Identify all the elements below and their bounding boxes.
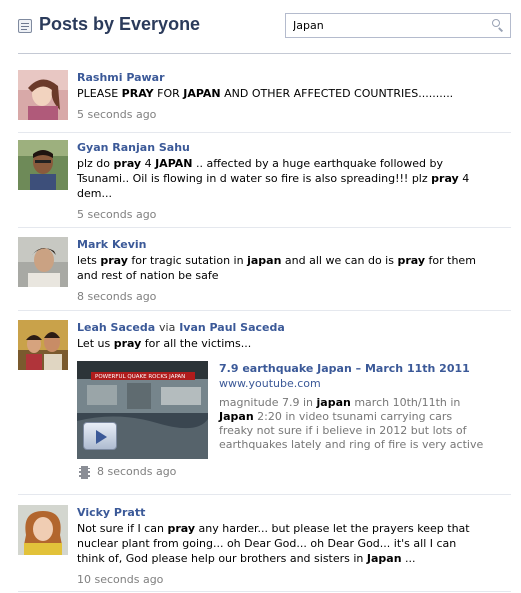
post-divider: [18, 494, 511, 495]
keyword-highlight: japan: [247, 254, 282, 267]
text-span: and all we can do is: [281, 254, 398, 267]
text-span: AND OTHER AFFECTED COUNTRIES..........: [220, 87, 454, 100]
text-span: magnitude 7.9 in: [219, 396, 317, 409]
keyword-highlight: PRAY: [121, 87, 154, 100]
page-title: Posts by Everyone: [39, 14, 201, 34]
post-item: Gyan Ranjan Sahu plz do pray 4 JAPAN .. …: [18, 140, 511, 222]
post-message: Not sure if I can pray any harder... but…: [77, 521, 487, 566]
avatar[interactable]: [18, 505, 68, 555]
keyword-highlight: pray: [431, 172, 459, 185]
post-divider: [18, 132, 511, 133]
keyword-highlight: Japan: [366, 552, 402, 565]
video-attachment: POWERFUL QUAKE ROCKS JAPAN 7.9 earthquak…: [77, 361, 487, 461]
keyword-highlight: pray: [167, 522, 196, 535]
post-message: lets pray for tragic sutation in japan a…: [77, 253, 487, 283]
author-name[interactable]: Leah Saceda: [77, 321, 155, 334]
post-divider: [18, 227, 511, 228]
avatar[interactable]: [18, 237, 68, 287]
play-icon[interactable]: [83, 422, 117, 450]
thumb-caption: POWERFUL QUAKE ROCKS JAPAN: [95, 374, 185, 380]
text-span: 7.9 earthquake: [219, 362, 318, 375]
post-item: Rashmi Pawar PLEASE PRAY FOR JAPAN AND O…: [18, 70, 511, 130]
avatar[interactable]: [18, 140, 68, 190]
keyword-highlight: pray: [100, 254, 128, 267]
post-divider: [18, 310, 511, 311]
text-span: plz do: [77, 157, 114, 170]
avatar[interactable]: [18, 70, 68, 120]
post-message: plz do pray 4 JAPAN .. affected by a hug…: [77, 156, 487, 201]
text-span: for all the victims...: [141, 337, 252, 350]
text-span: – March 11th 2011: [351, 362, 470, 375]
video-thumbnail[interactable]: POWERFUL QUAKE ROCKS JAPAN: [77, 361, 208, 459]
keyword-highlight: pray: [113, 157, 142, 170]
post-timestamp[interactable]: 10 seconds ago: [77, 572, 487, 587]
text-span: 4: [141, 157, 156, 170]
post-item: Leah Saceda via Ivan Paul Saceda Let us …: [18, 320, 511, 490]
post-timestamp[interactable]: 8 seconds ago: [77, 289, 487, 304]
search-box: [285, 13, 511, 38]
keyword-highlight: Japan: [219, 410, 254, 423]
text-span: ...: [401, 552, 416, 565]
search-input[interactable]: [286, 14, 484, 37]
search-button[interactable]: [486, 14, 510, 37]
text-span: FOR: [153, 87, 184, 100]
keyword-highlight: JAPAN: [183, 87, 221, 100]
text-span: Let us: [77, 337, 114, 350]
text-span: PLEASE: [77, 87, 122, 100]
text-span: for tragic sutation in: [127, 254, 248, 267]
author-name[interactable]: Mark Kevin: [77, 237, 487, 252]
attachment-description: magnitude 7.9 in japan march 10th/11th i…: [219, 396, 489, 452]
author-line: Leah Saceda via Ivan Paul Saceda: [77, 320, 487, 335]
text-span: lets: [77, 254, 101, 267]
avatar[interactable]: [18, 320, 68, 370]
timestamp-row: 8 seconds ago: [77, 464, 487, 480]
post-timestamp[interactable]: 5 seconds ago: [77, 107, 487, 122]
film-strip-icon: [79, 466, 90, 479]
keyword-highlight: JAPAN: [155, 157, 193, 170]
page-header: Posts by Everyone: [0, 0, 521, 56]
header-divider: [18, 53, 511, 54]
text-span: march 10th/11th in: [350, 396, 461, 409]
attachment-url[interactable]: www.youtube.com: [219, 376, 489, 391]
post-divider: [18, 591, 511, 592]
post-item: Vicky Pratt Not sure if I can pray any h…: [18, 505, 511, 587]
keyword-highlight: pray: [113, 337, 142, 350]
text-span: Not sure if I can: [77, 522, 168, 535]
keyword-highlight: pray: [397, 254, 426, 267]
attachment-title[interactable]: 7.9 earthquake Japan – March 11th 2011: [219, 361, 489, 376]
post-message: PLEASE PRAY FOR JAPAN AND OTHER AFFECTED…: [77, 86, 487, 101]
author-name[interactable]: Rashmi Pawar: [77, 70, 487, 85]
post-timestamp[interactable]: 5 seconds ago: [77, 207, 487, 222]
posts-list-icon: [18, 19, 32, 33]
post-item: Mark Kevin lets pray for tragic sutation…: [18, 237, 511, 305]
author-name[interactable]: Vicky Pratt: [77, 505, 487, 520]
post-timestamp[interactable]: 8 seconds ago: [97, 464, 176, 479]
keyword-highlight: japan: [316, 396, 351, 409]
text-span: 2:20 in video tsunami carrying cars frea…: [219, 410, 484, 451]
author-name[interactable]: Gyan Ranjan Sahu: [77, 140, 487, 155]
post-message: Let us pray for all the victims...: [77, 336, 487, 351]
via-author-name[interactable]: Ivan Paul Saceda: [179, 321, 285, 334]
via-text: via: [159, 321, 176, 334]
keyword-highlight: Japan: [317, 362, 352, 375]
